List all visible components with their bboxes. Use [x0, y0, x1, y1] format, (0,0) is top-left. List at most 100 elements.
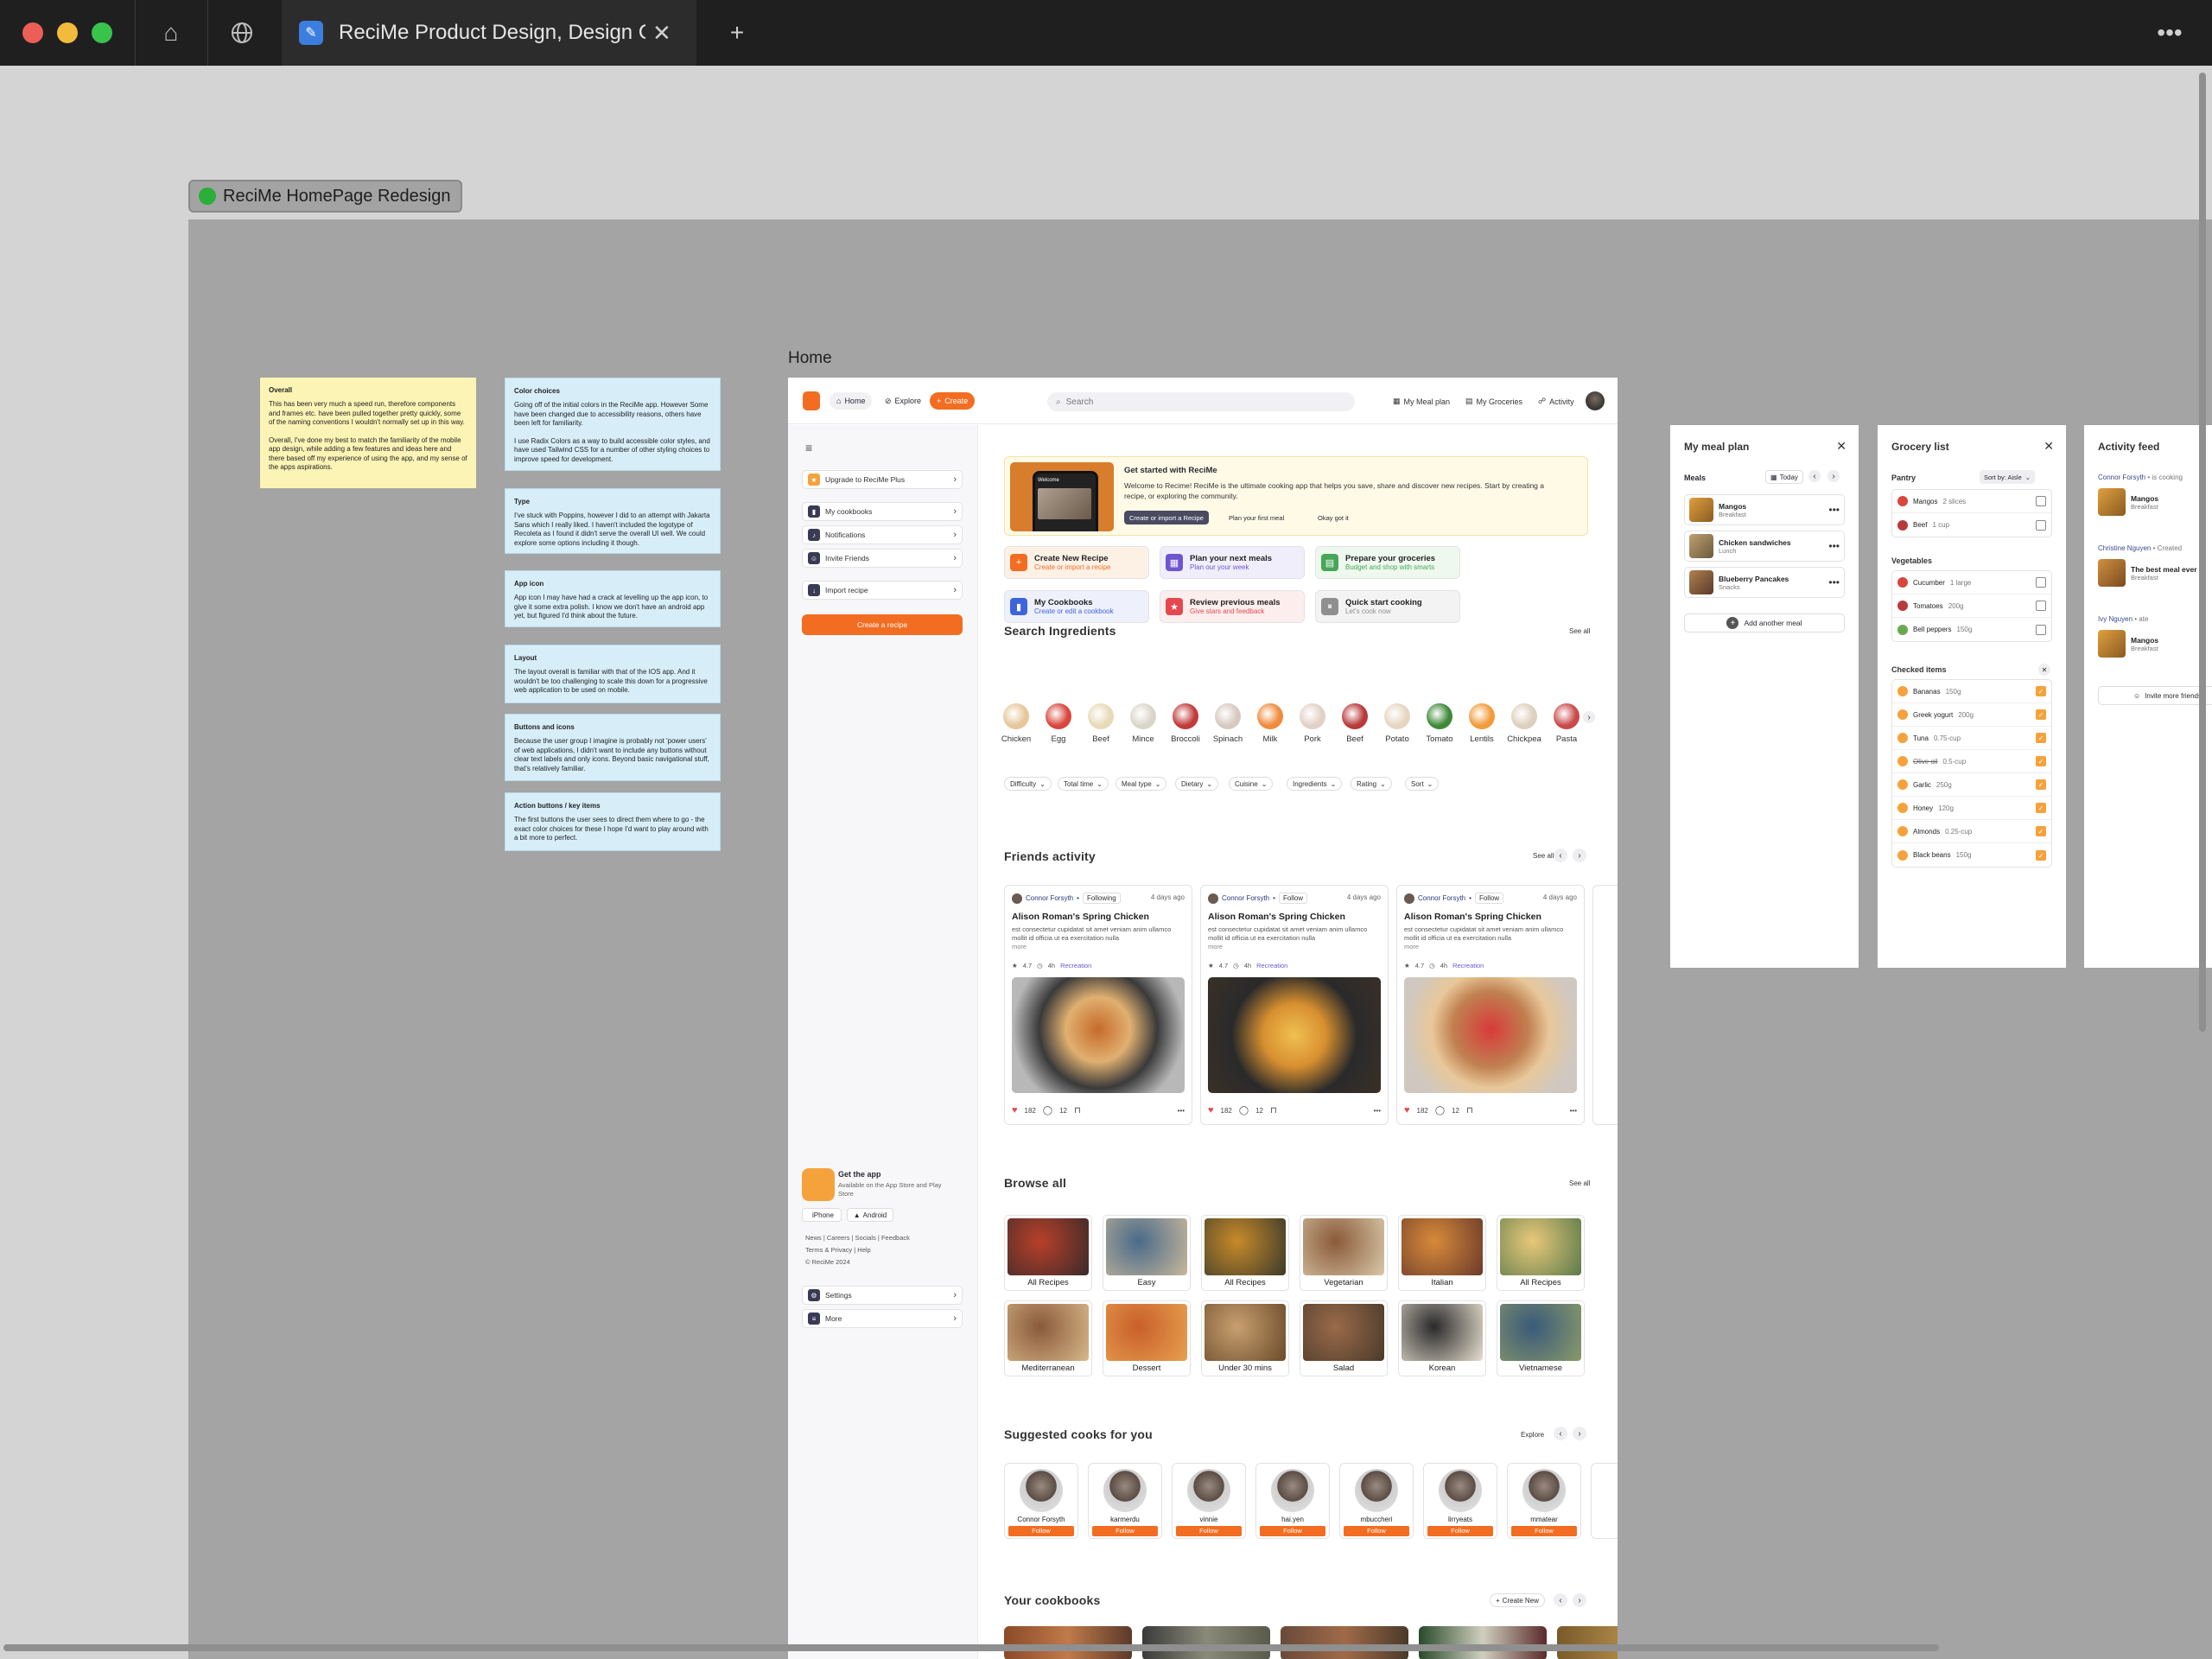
grocery-item[interactable]: Cucumber 1 large — [1892, 571, 2051, 594]
create-cookbook-button[interactable]: + Create New — [1490, 1593, 1545, 1607]
suggested-cook-card[interactable]: vinnie Follow — [1172, 1463, 1246, 1539]
category-tile[interactable]: Dessert — [1103, 1300, 1191, 1376]
close-icon[interactable]: ✕ — [1836, 439, 1847, 454]
checkbox[interactable]: ✓ — [2036, 756, 2046, 766]
activity-item[interactable]: Christine Nguyen • Created The best meal … — [2098, 544, 2212, 588]
sidebar-item-import[interactable]: ↓ Import recipe › — [802, 581, 963, 600]
ingredient-item[interactable]: Broccoli — [1166, 703, 1205, 744]
plus-icon[interactable]: + — [720, 16, 754, 50]
quick-action-4[interactable]: ▮ My Cookbooks Create or edit a cookbook — [1004, 590, 1149, 623]
category-tile[interactable]: Vegetarian — [1300, 1215, 1388, 1291]
activity-item[interactable]: Ivy Nguyen • ate Mangos Breakfast — [2098, 615, 2212, 659]
ingredient-item[interactable]: Tomato — [1421, 703, 1459, 744]
see-all-link[interactable]: See all — [1533, 852, 1554, 860]
checkbox[interactable]: ✓ — [2036, 779, 2046, 790]
grocery-item[interactable]: Beef 1 cup — [1892, 513, 2051, 537]
ingredient-item[interactable]: Lentils — [1463, 703, 1501, 744]
cookbook-thumbnail[interactable] — [1557, 1626, 1618, 1659]
recime-logo[interactable] — [803, 391, 820, 410]
see-all-link[interactable]: See all — [1569, 1179, 1590, 1187]
close-icon[interactable]: ✕ — [652, 20, 671, 47]
card-user[interactable]: Connor Forsyth • Follow — [1208, 893, 1308, 904]
sidebar-item-upgrade[interactable]: ★ Upgrade to ReciMe Plus › — [802, 470, 963, 489]
heart-icon[interactable]: ♥ — [1012, 1105, 1018, 1116]
checkbox[interactable] — [2036, 496, 2046, 506]
recipe-photo[interactable] — [1012, 977, 1185, 1093]
avatar[interactable] — [1586, 391, 1605, 410]
category-tile[interactable]: All Recipes — [1497, 1215, 1585, 1291]
filter-chip[interactable]: Dietary ⌄ — [1175, 777, 1219, 791]
category-tile[interactable]: Korean — [1398, 1300, 1486, 1376]
sticky-note[interactable]: Buttons and icons Because the user group … — [505, 714, 721, 781]
grocery-item[interactable]: Mangos 2 slices — [1892, 490, 2051, 513]
vertical-scrollbar[interactable] — [2199, 73, 2206, 1032]
grocery-item[interactable]: Bell peppers 150g — [1892, 618, 2051, 641]
recipe-title[interactable]: Alison Roman's Spring Chicken — [1012, 912, 1149, 922]
quick-action-3[interactable]: ▤ Prepare your groceries Budget and shop w… — [1315, 546, 1460, 579]
ingredient-item[interactable]: Pork — [1294, 703, 1332, 744]
close-icon[interactable]: ✕ — [2044, 439, 2054, 454]
filter-chip[interactable]: Difficulty ⌄ — [1004, 777, 1052, 791]
filter-chip[interactable]: Total time ⌄ — [1058, 777, 1109, 791]
ingredient-item[interactable]: Egg — [1039, 703, 1077, 744]
checkbox[interactable]: ✓ — [2036, 686, 2046, 696]
sticky-note[interactable]: App icon App icon I may have had a crack … — [505, 570, 721, 627]
friend-activity-card[interactable]: Connor Forsyth • Following 4 days ago Alison… — [1004, 885, 1192, 1125]
suggested-cook-card[interactable]: karmerdu Follow — [1088, 1463, 1162, 1539]
comment-icon[interactable]: ◯ — [1239, 1106, 1249, 1116]
filter-chip[interactable]: Cuisine ⌄ — [1229, 777, 1274, 791]
chevron-left-icon[interactable]: ‹ — [1554, 849, 1567, 862]
quick-action-2[interactable]: ▦ Plan your next meals Plan our your week — [1160, 546, 1305, 579]
android-button[interactable]: ▲ Android — [847, 1208, 893, 1222]
more-icon[interactable]: ••• — [1828, 504, 1840, 516]
card-user[interactable]: Connor Forsyth • Following — [1012, 893, 1121, 904]
checkbox[interactable] — [2036, 519, 2046, 531]
follow-status[interactable]: Following — [1082, 893, 1121, 904]
create-recipe-button[interactable]: Create a recipe — [802, 614, 963, 635]
recipe-photo[interactable] — [1208, 977, 1381, 1093]
category-tile[interactable]: Salad — [1300, 1300, 1388, 1376]
frame-title[interactable]: Home — [788, 349, 832, 368]
category-tile[interactable]: All Recipes — [1004, 1215, 1092, 1291]
meal-plan-link[interactable]: ▦ My Meal plan — [1393, 397, 1450, 406]
sticky-note[interactable]: Color choices Going off of the initial co… — [505, 378, 721, 471]
sidebar-item-settings[interactable]: ⚙ Settings › — [802, 1286, 963, 1305]
checkbox[interactable] — [2036, 624, 2046, 635]
add-meal-button[interactable]: + Add another meal — [1684, 613, 1845, 632]
ingredient-item[interactable]: Chickpea — [1505, 703, 1543, 744]
heart-icon[interactable]: ♥ — [1208, 1105, 1214, 1116]
create-button[interactable]: + Create — [930, 392, 976, 410]
groceries-link[interactable]: ▤ My Groceries — [1465, 397, 1522, 406]
recipe-title[interactable]: Alison Roman's Spring Chicken — [1208, 912, 1345, 922]
nav-explore[interactable]: ⊘ Explore — [878, 392, 928, 410]
grocery-item[interactable]: Greek yogurt 200g ✓ — [1892, 703, 2051, 727]
checkbox[interactable] — [2036, 601, 2046, 611]
follow-button[interactable]: Follow — [1008, 1526, 1074, 1536]
more-icon[interactable]: ••• — [1374, 1107, 1381, 1115]
heart-icon[interactable]: ♥ — [1404, 1105, 1410, 1116]
active-tab[interactable]: ✎ ReciMe Product Design, Design Ch ✕ — [282, 0, 696, 66]
banner-primary-button[interactable]: Create or import a Recipe — [1124, 511, 1209, 524]
quick-action-5[interactable]: ★ Review previous meals Give stars and fee… — [1160, 590, 1305, 623]
grocery-item[interactable]: Tuna 0.75-cup ✓ — [1892, 727, 2051, 750]
sidebar-item-notifications[interactable]: ♪ Notifications › — [802, 525, 963, 544]
comment-icon[interactable]: ◯ — [1043, 1106, 1052, 1116]
quick-action-6[interactable]: ⏸ Quick start cooking Let's cook now — [1315, 590, 1460, 623]
bookmark-icon[interactable]: ⊓ — [1270, 1106, 1277, 1116]
sidebar-item-invite[interactable]: ☺ Invite Friends › — [802, 549, 963, 568]
bookmark-icon[interactable]: ⊓ — [1074, 1106, 1081, 1116]
filter-chip[interactable]: Sort ⌄ — [1405, 777, 1440, 791]
filter-chip[interactable]: Rating ⌄ — [1351, 777, 1392, 791]
category-tile[interactable]: Italian — [1398, 1215, 1486, 1291]
quick-action-1[interactable]: + Create New Recipe Create or import a rec… — [1004, 546, 1149, 579]
grocery-item[interactable]: Honey 120g ✓ — [1892, 797, 2051, 820]
chevron-right-icon[interactable]: › — [1573, 849, 1586, 862]
cookbook-thumbnail[interactable] — [1419, 1626, 1547, 1659]
close-window-button[interactable] — [22, 22, 43, 43]
section-label[interactable]: ReciMe HomePage Redesign — [188, 180, 463, 213]
follow-button[interactable]: Follow — [1092, 1526, 1158, 1536]
ingredient-item[interactable]: Chicken — [997, 703, 1035, 744]
sticky-note[interactable]: Layout The layout overall is familiar wit… — [505, 645, 721, 703]
checkbox[interactable]: ✓ — [2036, 733, 2046, 743]
follow-button[interactable]: Follow — [1511, 1526, 1577, 1536]
